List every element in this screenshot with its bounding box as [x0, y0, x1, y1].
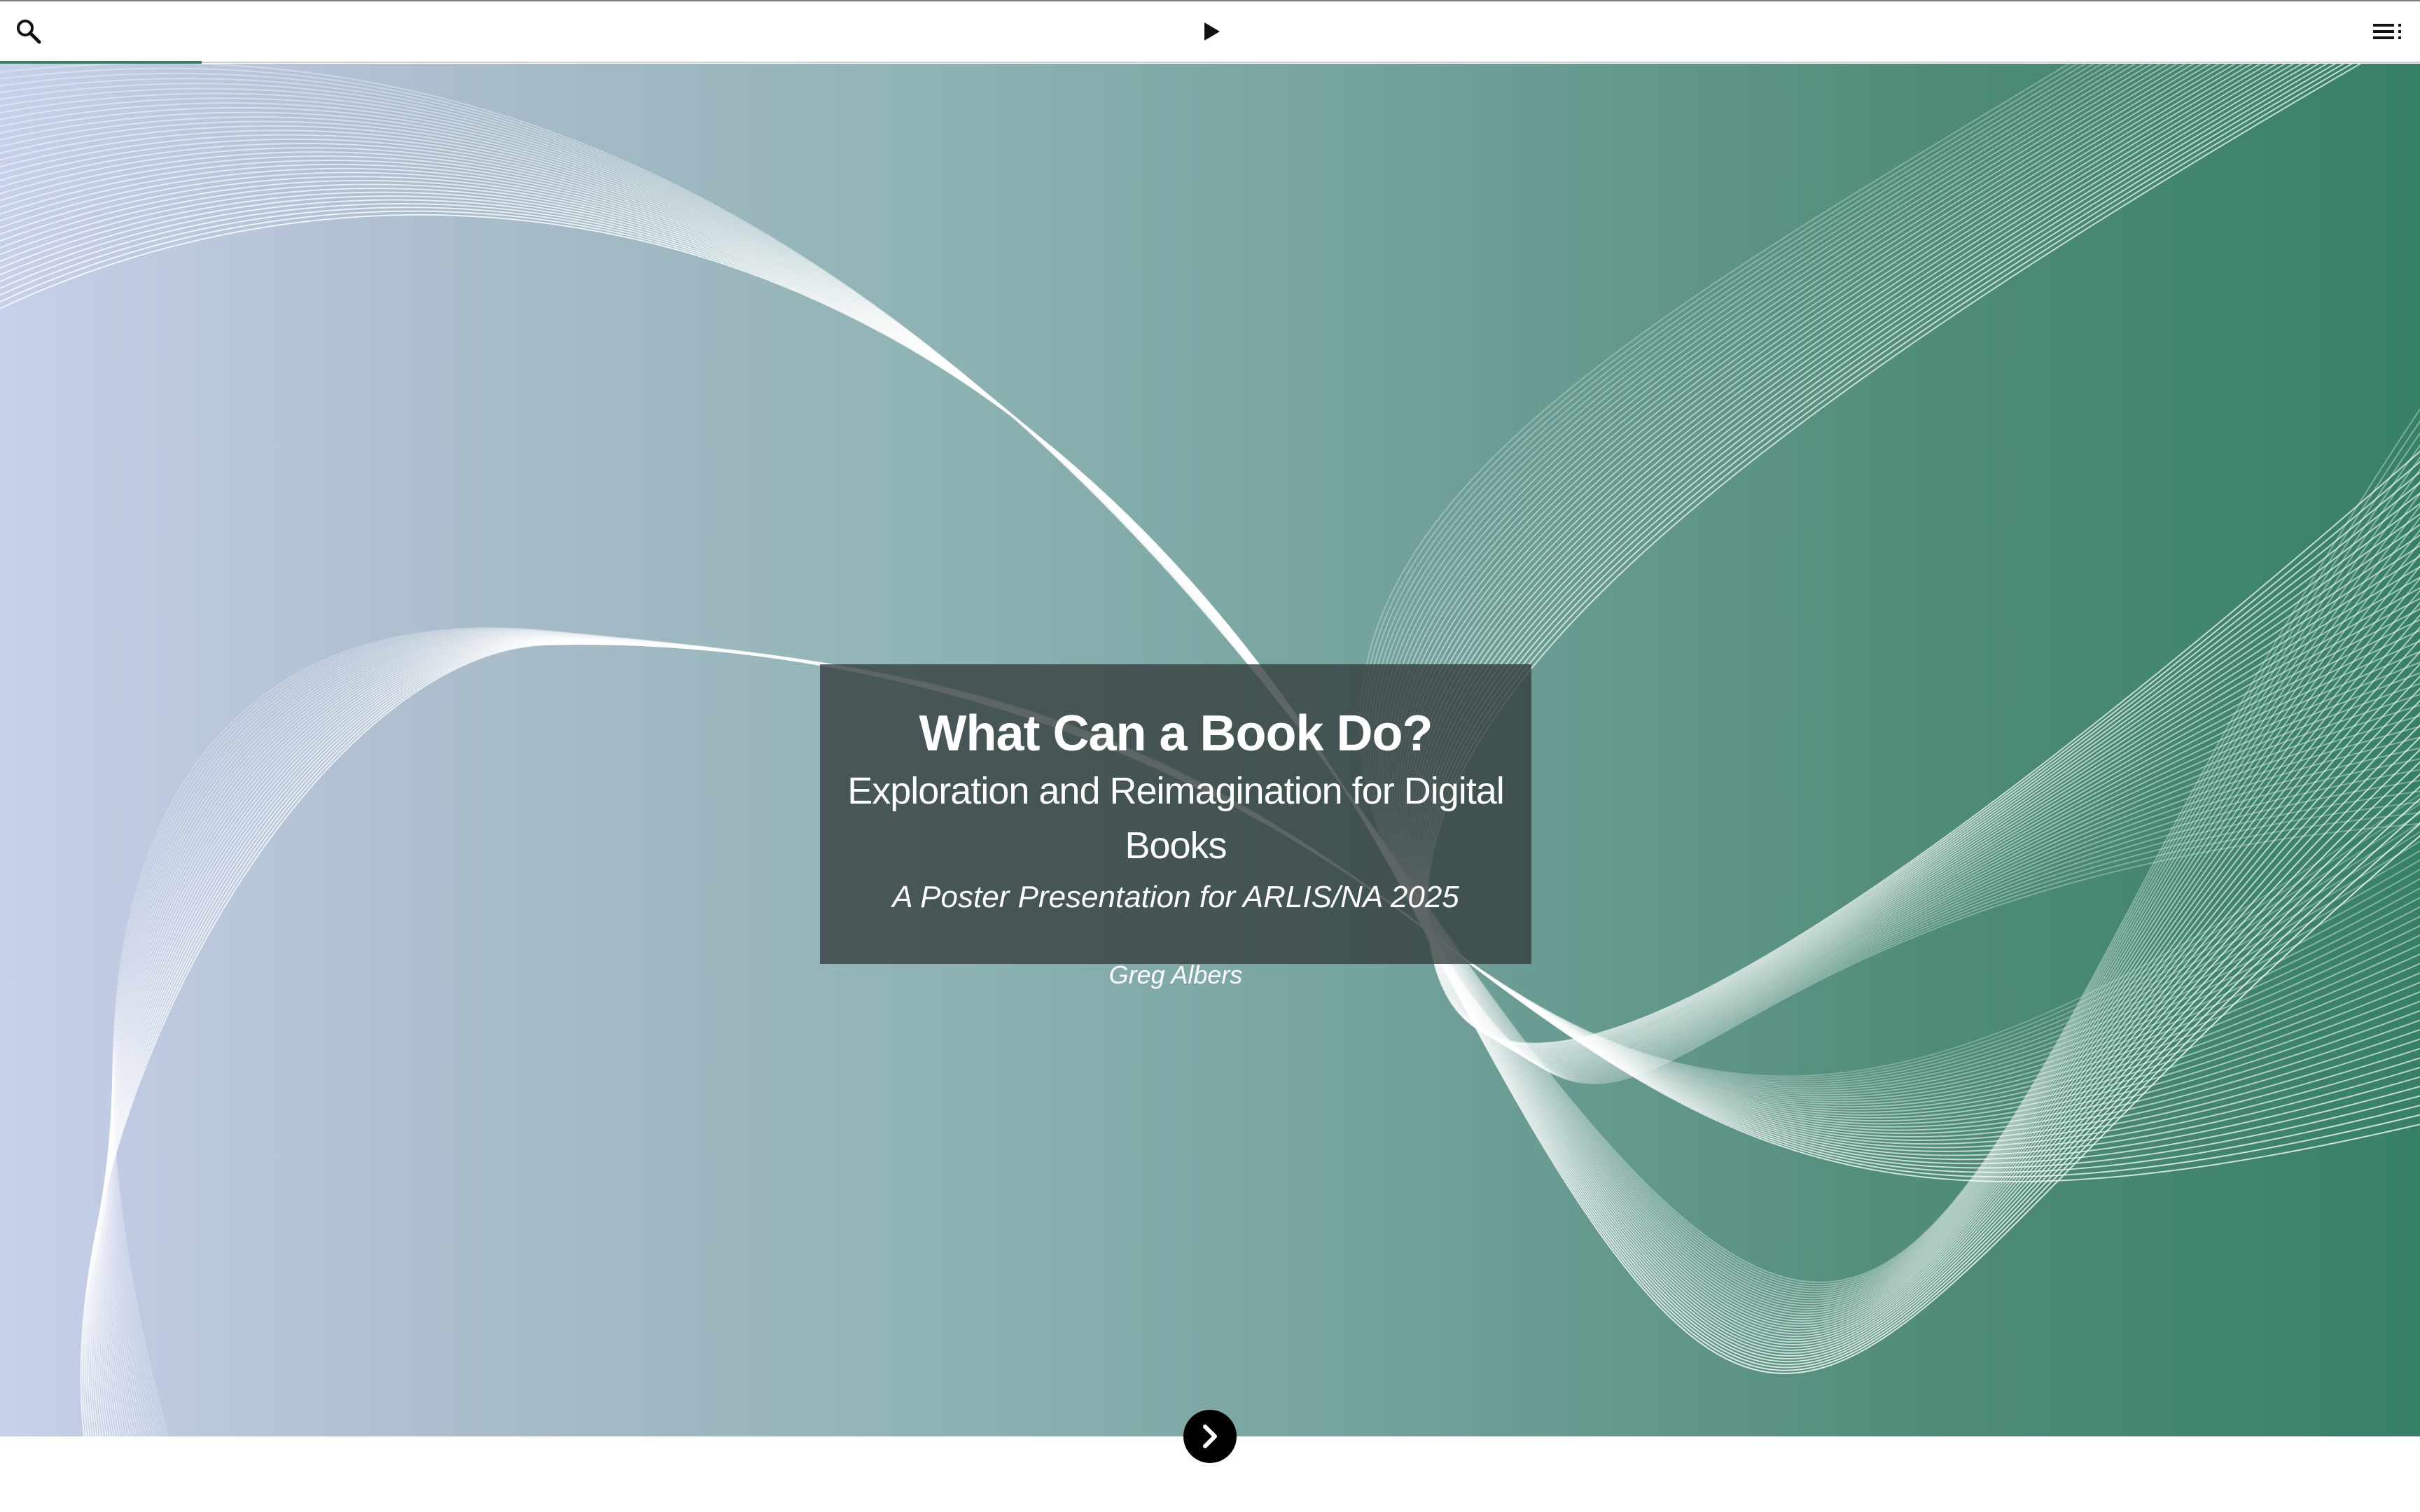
- slide-subtitle: Exploration and Reimagination for Digita…: [847, 770, 1505, 867]
- title-card: What Can a Book Do? Exploration and Reim…: [820, 664, 1531, 989]
- menu-icon: [2373, 24, 2401, 39]
- play-icon: [1204, 22, 1220, 41]
- search-button[interactable]: [11, 14, 46, 49]
- reading-progress-bar: [0, 61, 202, 64]
- play-button[interactable]: [1194, 14, 1229, 49]
- title-slide: What Can a Book Do? Exploration and Reim…: [0, 64, 2420, 1436]
- slide-author: Greg Albers: [1108, 960, 1243, 989]
- menu-button[interactable]: [2371, 14, 2406, 49]
- slide-title: What Can a Book Do?: [919, 706, 1433, 762]
- top-toolbar: [0, 0, 2420, 63]
- next-slide-button[interactable]: [1183, 1410, 1237, 1463]
- slide-event: A Poster Presentation for ARLIS/NA 2025: [892, 880, 1459, 914]
- search-icon: [17, 20, 41, 44]
- chevron-right-icon: [1203, 1424, 1217, 1448]
